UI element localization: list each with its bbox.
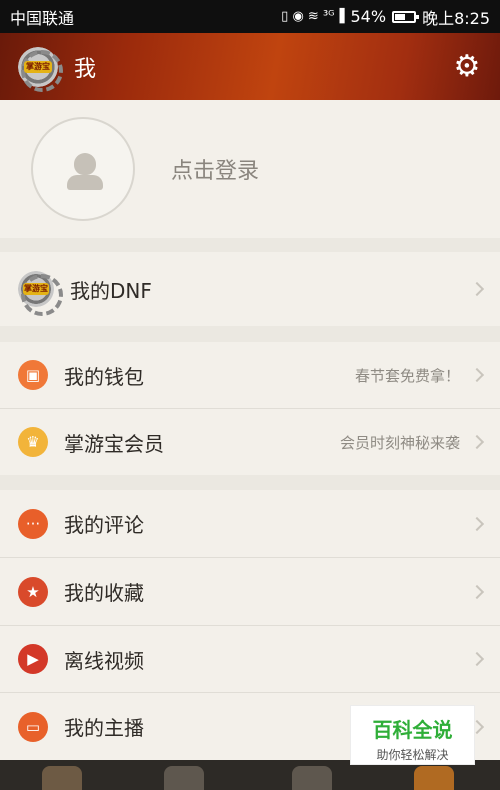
tv-icon: ▭ <box>18 711 48 742</box>
login-label[interactable]: 点击登录 <box>171 153 259 185</box>
comment-icon: ··· <box>18 508 48 539</box>
app-header: 掌游宝 我 ⚙ <box>0 33 500 100</box>
menu-item-label: 我的评论 <box>64 513 144 537</box>
play-icon: ▶ <box>18 644 48 674</box>
chevron-right-icon <box>469 516 485 531</box>
menu-item-label: 我的钱包 <box>64 364 144 389</box>
chevron-right-icon <box>469 367 485 383</box>
chevron-right-icon <box>469 651 485 667</box>
battery-icon <box>392 10 420 23</box>
menu-item-comments[interactable]: ··· 我的评论 <box>0 490 500 557</box>
menu-item-subtitle: 春节套免费拿！ <box>354 366 460 385</box>
tab-chat-icon[interactable] <box>292 766 332 790</box>
avatar-head-icon <box>74 153 96 175</box>
tab-discover-icon[interactable] <box>164 766 204 790</box>
menu-item-wallet[interactable]: ▣ 我的钱包 春节套免费拿！ <box>0 342 500 408</box>
star-icon: ★ <box>18 576 48 607</box>
chevron-right-icon <box>469 584 485 599</box>
menu-item-favorites[interactable]: ★ 我的收藏 <box>0 558 500 625</box>
avatar-body-icon <box>67 175 103 190</box>
battery-percent: 54% <box>350 7 387 26</box>
status-icons: ▯ ◉ ≋ ³ᴳ▐ <box>281 9 345 24</box>
page-title: 我 <box>74 56 97 82</box>
chevron-right-icon <box>469 281 485 297</box>
clock: 晚上8:25 <box>422 8 490 28</box>
login-card[interactable]: 点击登录 <box>0 100 500 238</box>
avatar[interactable] <box>31 117 135 221</box>
watermark-subtitle: 助你轻松解决 <box>376 748 449 762</box>
watermark-title: 百科全说 <box>372 718 453 742</box>
menu-item-label: 我的DNF <box>70 278 152 303</box>
settings-gear-icon[interactable]: ⚙ <box>452 51 482 82</box>
status-bar: 中国联通 ▯ ◉ ≋ ³ᴳ▐ 54% 晚上8:25 <box>0 0 500 33</box>
carrier-label: 中国联通 <box>10 8 75 28</box>
menu-item-offline-video[interactable]: ▶ 离线视频 <box>0 626 500 692</box>
menu-item-label: 我的主播 <box>64 716 144 740</box>
app-logo: 掌游宝 <box>18 46 63 92</box>
wallet-icon: ▣ <box>18 360 48 390</box>
menu-item-label: 我的收藏 <box>64 581 144 605</box>
crown-icon: ♛ <box>18 427 48 457</box>
logo-text: 掌游宝 <box>24 60 52 73</box>
tab-me-icon[interactable] <box>414 766 454 790</box>
menu-item-subtitle: 会员时刻神秘来袭 <box>339 433 460 452</box>
menu-item-my-dnf[interactable]: 掌游宝 我的DNF <box>0 252 500 326</box>
menu-item-label: 离线视频 <box>64 648 144 673</box>
watermark: 百科全说 助你轻松解决 <box>350 705 475 765</box>
dnf-logo-icon: 掌游宝 <box>18 271 63 316</box>
tab-home-icon[interactable] <box>42 766 82 790</box>
dnf-logo-text: 掌游宝 <box>23 283 49 295</box>
chevron-right-icon <box>469 434 485 450</box>
menu-item-vip[interactable]: ♛ 掌游宝会员 会员时刻神秘来袭 <box>0 409 500 475</box>
menu-item-label: 掌游宝会员 <box>64 431 164 456</box>
